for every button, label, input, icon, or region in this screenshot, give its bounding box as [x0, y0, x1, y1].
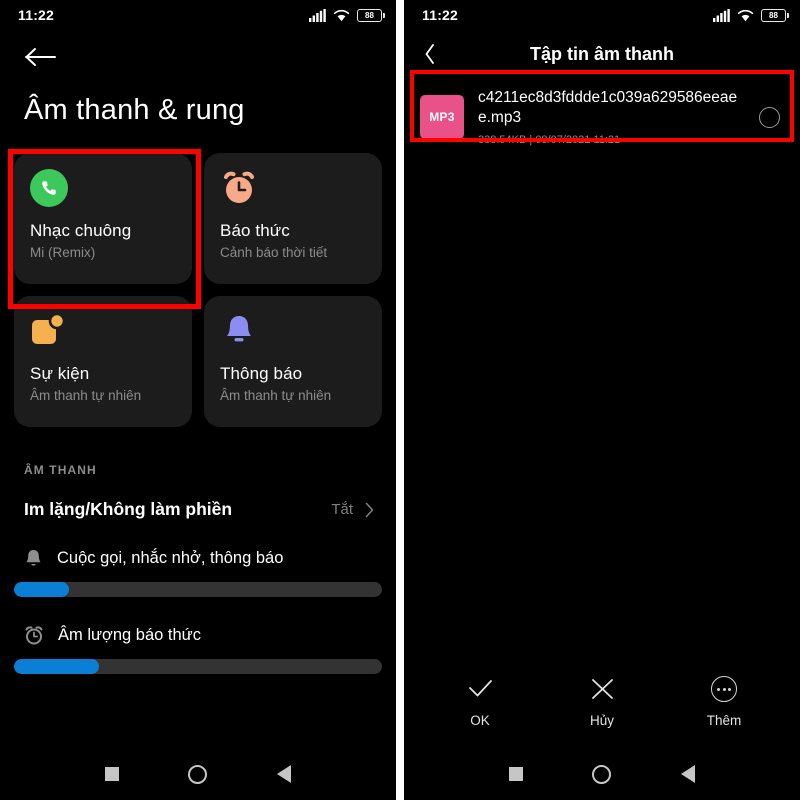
- phone-call-icon: [30, 169, 68, 207]
- battery-level: 88: [769, 10, 778, 20]
- alarm-clock-icon: [224, 171, 254, 203]
- close-x-icon: [591, 679, 613, 699]
- app-bar-right: Tập tin âm thanh: [404, 30, 800, 78]
- left-phone-screen: 11:22 88 Âm thanh & rung Nhạc chuông Mi …: [0, 0, 396, 800]
- volume-label: Âm lượng báo thức: [58, 625, 201, 644]
- back-button-row[interactable]: [0, 30, 396, 84]
- square-recents-icon[interactable]: [104, 767, 119, 781]
- volume-label: Cuộc gọi, nhắc nhở, thông báo: [57, 548, 284, 567]
- card-title: Sự kiện: [30, 364, 90, 383]
- triangle-back-icon[interactable]: [277, 765, 292, 783]
- card-icon-wrap: [30, 169, 176, 209]
- dnd-right: Tắt: [331, 501, 374, 518]
- file-name: c4211ec8d3fddde1c039a629586eeaee.mp3: [478, 89, 738, 126]
- app-bar-title: Tập tin âm thanh: [530, 43, 674, 64]
- card-event[interactable]: Sự kiện Âm thanh tự nhiên: [14, 296, 192, 427]
- status-bar-left: 11:22 88: [0, 0, 396, 30]
- dot: [728, 687, 731, 691]
- battery-icon: 88: [357, 8, 385, 22]
- sound-cards-grid: Nhạc chuông Mi (Remix) Báo thức Cảnh báo…: [0, 153, 396, 427]
- file-meta: 338.54KB | 08/07/2021 11:21: [478, 134, 745, 146]
- card-icon-wrap: [220, 312, 366, 352]
- more-button[interactable]: Thêm: [694, 676, 754, 728]
- volume-slider-calls: Cuộc gọi, nhắc nhở, thông báo: [0, 520, 396, 597]
- dnd-label: Im lặng/Không làm phiền: [24, 499, 233, 519]
- dot: [722, 687, 726, 691]
- screen-divider: [396, 0, 404, 800]
- android-nav-bar-left: [0, 748, 396, 800]
- card-alarm[interactable]: Báo thức Cảnh báo thời tiết: [204, 153, 382, 284]
- dot: [717, 687, 720, 691]
- radio-unselected-icon[interactable]: [759, 106, 780, 128]
- volume-slider-alarm: Âm lượng báo thức: [0, 597, 396, 674]
- circle-home-icon[interactable]: [188, 764, 208, 784]
- check-icon: [468, 680, 492, 697]
- wifi-icon: [333, 9, 350, 21]
- card-title: Thông báo: [220, 364, 303, 383]
- card-subtitle: Cảnh báo thời tiết: [220, 245, 328, 260]
- battery-icon: 88: [761, 8, 789, 22]
- meta-separator: |: [529, 134, 533, 146]
- card-icon-wrap: [30, 312, 176, 352]
- chevron-right-icon: [365, 502, 374, 517]
- volume-head: Âm lượng báo thức: [14, 625, 382, 645]
- android-nav-bar-right: [404, 748, 800, 800]
- volume-head: Cuộc gọi, nhắc nhở, thông báo: [14, 548, 382, 568]
- card-icon-wrap: [220, 169, 366, 209]
- status-time: 11:22: [18, 7, 55, 23]
- dual-screenshot-container: 11:22 88 Âm thanh & rung Nhạc chuông Mi …: [0, 0, 800, 800]
- dnd-value: Tắt: [331, 501, 353, 518]
- bell-icon: [26, 550, 41, 566]
- action-label: Thêm: [706, 713, 742, 728]
- card-subtitle: Mi (Remix): [30, 245, 96, 260]
- alarm-clock-icon: [25, 626, 43, 645]
- cellular-signal-icon: [309, 8, 326, 22]
- more-dots-icon: [711, 676, 737, 702]
- status-icons: 88: [309, 8, 385, 22]
- calendar-event-icon: [32, 312, 66, 344]
- circle-home-icon[interactable]: [592, 764, 612, 784]
- mp3-file-icon: MP3: [420, 95, 464, 139]
- cellular-signal-icon: [713, 8, 730, 22]
- slider-track-calls[interactable]: [14, 582, 382, 597]
- card-ringtone[interactable]: Nhạc chuông Mi (Remix): [14, 153, 192, 284]
- ok-button[interactable]: OK: [450, 676, 510, 728]
- row-do-not-disturb[interactable]: Im lặng/Không làm phiền Tắt: [0, 477, 396, 520]
- bottom-action-bar: OK Hủy Thêm: [404, 656, 800, 748]
- action-label: OK: [470, 713, 490, 728]
- file-list-item[interactable]: MP3 c4211ec8d3fddde1c039a629586eeaee.mp3…: [404, 78, 800, 156]
- chevron-left-icon[interactable]: [424, 43, 436, 65]
- card-title: Nhạc chuông: [30, 221, 132, 240]
- slider-fill-calls: [14, 582, 70, 597]
- card-subtitle: Âm thanh tự nhiên: [30, 388, 142, 403]
- cancel-button[interactable]: Hủy: [572, 676, 632, 728]
- card-title: Báo thức: [220, 221, 290, 240]
- slider-fill-alarm: [14, 659, 99, 674]
- status-bar-right: 11:22 88: [404, 0, 800, 30]
- square-recents-icon[interactable]: [508, 767, 523, 781]
- triangle-back-icon[interactable]: [681, 765, 696, 783]
- right-phone-screen: 11:22 88 Tập tin âm thanh MP3 c4211ec8d3…: [404, 0, 800, 800]
- status-icons: 88: [713, 8, 789, 22]
- file-info: c4211ec8d3fddde1c039a629586eeaee.mp3 338…: [478, 88, 745, 146]
- file-size: 338.54KB: [478, 134, 527, 146]
- wifi-icon: [737, 9, 754, 21]
- file-date: 08/07/2021 11:21: [535, 134, 621, 146]
- card-subtitle: Âm thanh tự nhiên: [220, 388, 332, 403]
- card-notification[interactable]: Thông báo Âm thanh tự nhiên: [204, 296, 382, 427]
- section-label-sound: ÂM THANH: [24, 463, 97, 477]
- action-label: Hủy: [589, 713, 614, 728]
- page-title: Âm thanh & rung: [24, 94, 245, 126]
- bell-notification-icon: [227, 316, 251, 342]
- slider-track-alarm[interactable]: [14, 659, 382, 674]
- arrow-left-icon[interactable]: [24, 46, 58, 68]
- battery-level: 88: [365, 10, 374, 20]
- status-time: 11:22: [422, 7, 459, 23]
